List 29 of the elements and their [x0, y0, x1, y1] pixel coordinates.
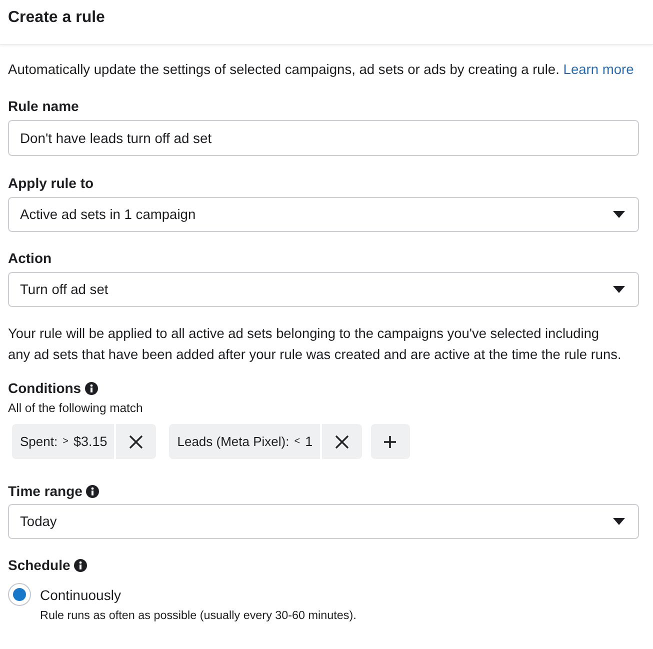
remove-condition-button[interactable] [116, 424, 156, 459]
close-icon [129, 434, 144, 448]
help-text: Your rule will be applied to all active ad sets belonging to the campaigns you've selected including any ad sets that have been added after your rule was created and are active at the time the rule runs. [8, 325, 622, 364]
caret-down-icon [613, 286, 625, 293]
remove-condition-button[interactable] [322, 424, 362, 459]
plus-icon [384, 436, 396, 448]
field-label: Schedule [8, 556, 70, 574]
condition-chip[interactable]: Leads (Meta Pixel): < 1 [169, 424, 320, 459]
caret-down-icon [613, 211, 625, 218]
field-label: Time range [8, 482, 82, 500]
dialog-title: Create a rule [8, 8, 105, 28]
field-label: Conditions [8, 379, 82, 397]
field-label: Apply rule to [8, 174, 94, 192]
field-label: Action [8, 249, 52, 267]
condition-chip[interactable]: Spent: > $3.15 [12, 424, 114, 459]
rule-name-input[interactable]: Don't have leads turn off ad set [8, 120, 639, 156]
close-icon [334, 434, 349, 448]
radio-label[interactable]: Continuously [40, 586, 121, 604]
caret-down-icon [613, 518, 625, 525]
apply-rule-dropdown[interactable]: Active ad sets in 1 campaign [8, 197, 639, 232]
radio-button[interactable] [8, 583, 31, 606]
match-hint-text: All of the following match [8, 401, 143, 416]
add-condition-button[interactable] [370, 424, 410, 459]
field-label: Rule name [8, 97, 79, 115]
learn-more-link[interactable]: Learn more [563, 62, 634, 77]
option-description: Rule runs as often as possible (usually every 30-60 minutes). [40, 608, 356, 623]
intro-text: Automatically update the settings of selected campaigns, ad sets or ads by creating a rule. Learn more [8, 61, 634, 79]
action-dropdown[interactable]: Turn off ad set [8, 272, 639, 307]
time-range-dropdown[interactable]: Today [8, 504, 639, 539]
